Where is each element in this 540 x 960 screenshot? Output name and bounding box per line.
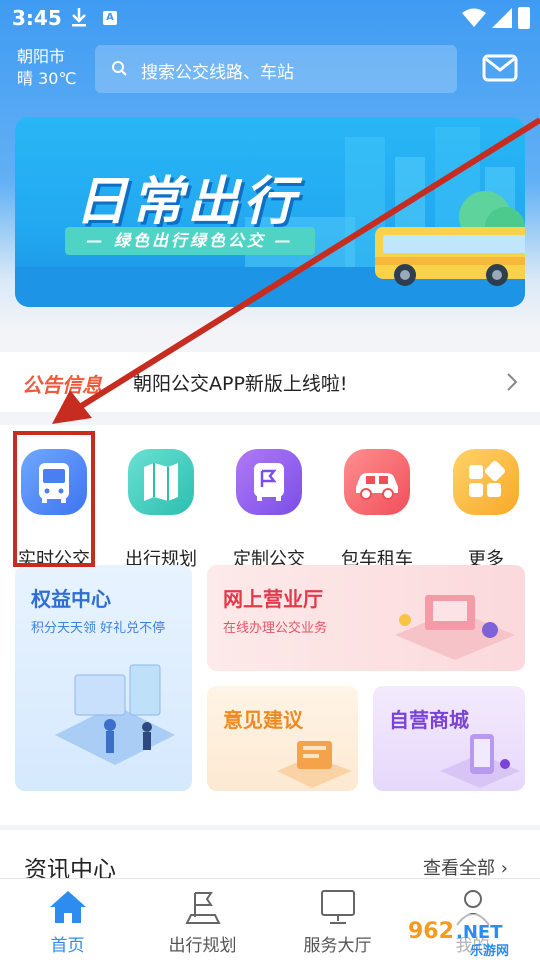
promo-banner[interactable]: 日常出行 — 绿色出行绿色公交 —: [15, 117, 525, 307]
highlight-frame: [13, 431, 95, 567]
wifi-icon: [462, 8, 486, 27]
watermark-brand: 962: [408, 919, 454, 944]
nav-trip-planning[interactable]: 出行规划: [135, 879, 270, 960]
rights-illustration: [55, 664, 175, 765]
download-icon: [72, 8, 86, 27]
notice-bar[interactable]: 公告信息 朝阳公交APP新版上线啦!: [0, 352, 540, 412]
nav-home[interactable]: 首页: [0, 879, 135, 960]
signal-icon: [492, 8, 512, 28]
card-feedback[interactable]: 意见建议: [207, 686, 358, 791]
car-icon: [344, 449, 410, 515]
mail-icon[interactable]: [482, 54, 518, 82]
grid-icon: [453, 449, 519, 515]
card-subtitle: 积分天天领 好礼兑不停: [31, 621, 166, 636]
city-name: 朝阳市: [17, 47, 66, 66]
monitor-icon: [321, 890, 355, 924]
card-online-hall[interactable]: 网上营业厅 在线办理公交业务: [207, 565, 525, 671]
quick-item-custom-bus[interactable]: 定制公交: [219, 445, 319, 570]
notice-text: 朝阳公交APP新版上线啦!: [133, 373, 348, 395]
watermark-logo: 962 .NET 乐游网: [402, 914, 538, 959]
top-bar: 朝阳市 晴 30℃ 搜索公交线路、车站: [0, 40, 540, 100]
card-mall[interactable]: 自营商城: [373, 686, 525, 791]
battery-icon: [518, 7, 530, 29]
search-placeholder: 搜索公交线路、车站: [141, 63, 294, 83]
feedback-illustration: [277, 741, 352, 788]
quick-item-charter[interactable]: 包车租车: [327, 445, 427, 570]
nav-label: 服务大厅: [303, 936, 372, 956]
watermark-sub: 乐游网: [470, 943, 509, 959]
status-time: 3:45: [12, 6, 62, 30]
watermark-suffix: .NET: [456, 922, 503, 943]
card-title: 网上营业厅: [223, 587, 323, 611]
view-all-label: 查看全部: [423, 858, 495, 879]
quick-item-more[interactable]: 更多: [436, 445, 536, 570]
status-bar: 3:45 A: [0, 0, 540, 38]
location-weather[interactable]: 朝阳市 晴 30℃: [17, 46, 76, 90]
search-input[interactable]: 搜索公交线路、车站: [95, 45, 457, 93]
online-hall-illustration: [395, 595, 515, 660]
view-all-link[interactable]: 查看全部 ›: [423, 854, 508, 880]
quick-item-trip-planning[interactable]: 出行规划: [111, 445, 211, 570]
banner-subtitle: — 绿色出行绿色公交 —: [65, 227, 315, 255]
chevron-right-icon: [507, 373, 518, 391]
app-notification-icon: A: [103, 11, 117, 25]
nav-label: 首页: [50, 936, 85, 956]
banner-title: 日常出行: [75, 172, 300, 232]
card-rights-center[interactable]: 权益中心 积分天天领 好礼兑不停: [15, 565, 192, 791]
home-icon: [50, 891, 86, 923]
search-icon: [112, 61, 127, 76]
card-title: 权益中心: [31, 587, 111, 611]
map-icon: [128, 449, 194, 515]
notice-tag: 公告信息: [22, 373, 102, 397]
route-flag-icon: [185, 892, 221, 924]
nav-service-hall[interactable]: 服务大厅: [270, 879, 405, 960]
custom-bus-icon: [236, 449, 302, 515]
mall-illustration: [440, 734, 520, 788]
weather-text: 晴 30℃: [17, 69, 77, 88]
card-subtitle: 在线办理公交业务: [223, 621, 328, 636]
nav-label: 出行规划: [168, 936, 237, 956]
news-section-header: 资讯中心 查看全部 ›: [0, 830, 540, 883]
